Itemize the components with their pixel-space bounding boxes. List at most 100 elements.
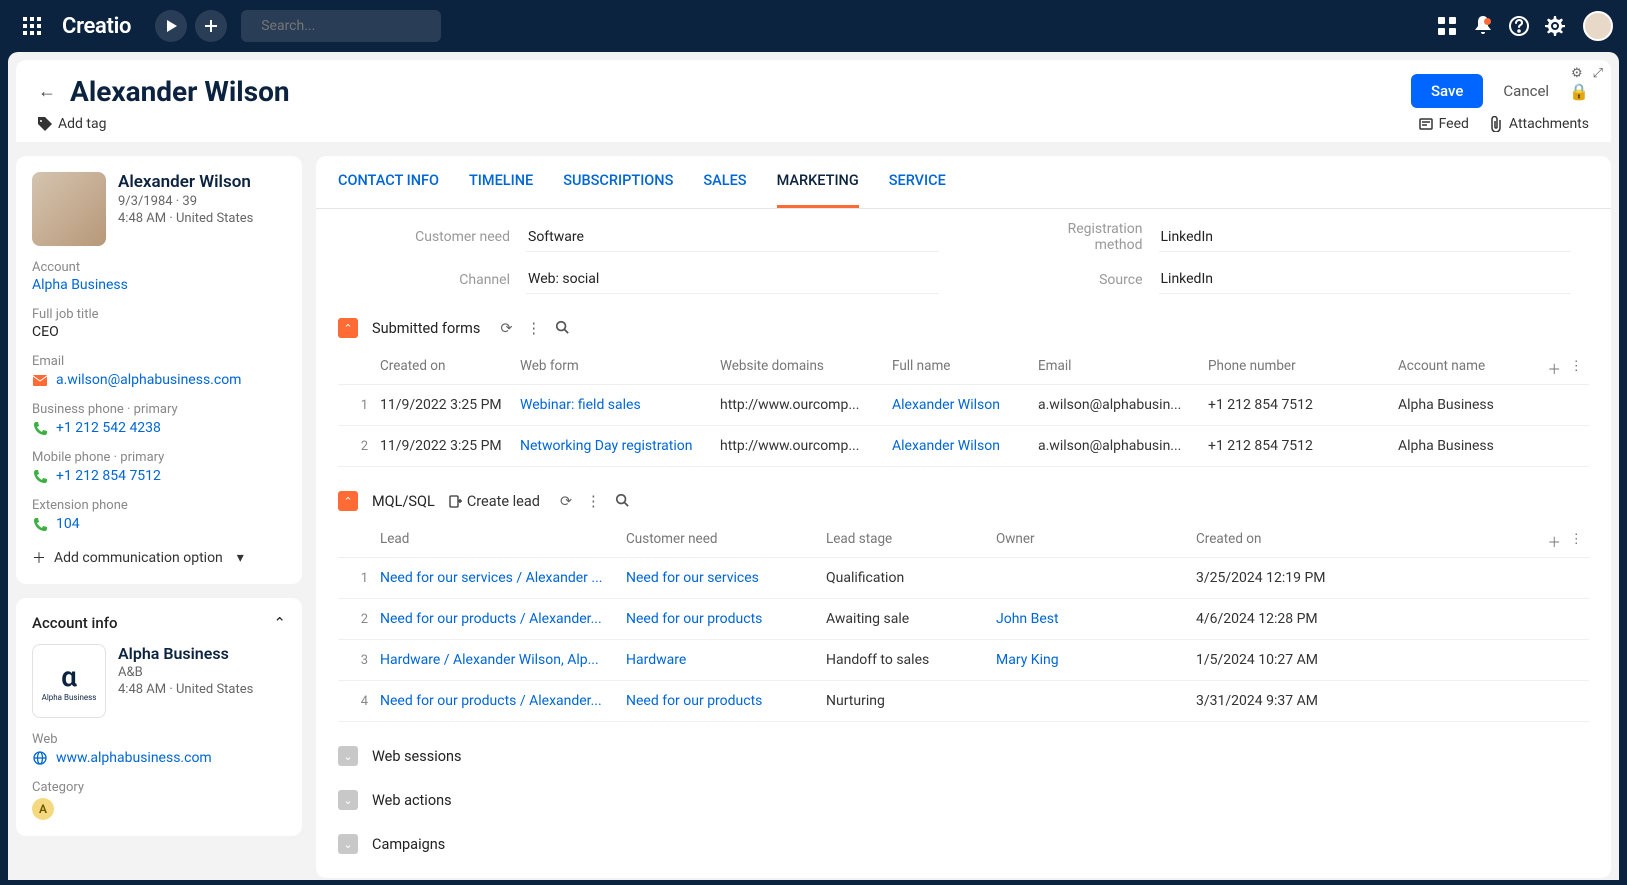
mob-phone-link[interactable]: +1 212 854 7512	[56, 468, 161, 484]
add-column-icon[interactable]: ＋	[1548, 531, 1562, 551]
webform-link[interactable]: Networking Day registration	[520, 438, 720, 454]
marketplace-icon[interactable]	[1429, 8, 1465, 44]
web-link[interactable]: www.alphabusiness.com	[56, 750, 212, 766]
lead-link[interactable]: Hardware / Alexander Wilson, Alp...	[380, 652, 626, 668]
reg-method-label: Registration method	[1019, 221, 1159, 253]
col-fullname[interactable]: Full name	[892, 358, 1038, 374]
col-email[interactable]: Email	[1038, 358, 1208, 374]
customer-need-value[interactable]: Software	[526, 223, 939, 252]
email-link[interactable]: a.wilson@alphabusiness.com	[56, 372, 241, 388]
apps-icon[interactable]	[14, 8, 50, 44]
column-menu-icon[interactable]: ⋮	[1570, 531, 1584, 547]
collapse-icon[interactable]: ⌃	[273, 614, 286, 632]
need-link[interactable]: Need for our products	[626, 693, 826, 709]
attachments-link[interactable]: Attachments	[1489, 116, 1589, 132]
tab-sales[interactable]: SALES	[703, 156, 746, 208]
column-menu-icon[interactable]: ⋮	[1570, 358, 1584, 374]
add-column-icon[interactable]: ＋	[1548, 358, 1562, 378]
section-title: Web actions	[372, 792, 452, 809]
need-link[interactable]: Need for our services	[626, 570, 826, 586]
global-search[interactable]	[241, 10, 441, 42]
help-icon[interactable]	[1501, 8, 1537, 44]
add-button[interactable]	[195, 10, 227, 42]
lead-link[interactable]: Need for our products / Alexander...	[380, 693, 626, 709]
tab-timeline[interactable]: TIMELINE	[469, 156, 533, 208]
cancel-button[interactable]: Cancel	[1497, 74, 1555, 108]
owner-link[interactable]: John Best	[996, 611, 1196, 627]
settings-icon[interactable]	[1537, 8, 1573, 44]
ext-link[interactable]: 104	[56, 516, 80, 532]
search-icon[interactable]	[615, 493, 629, 510]
col-lead[interactable]: Lead	[380, 531, 626, 547]
table-row[interactable]: 2 Need for our products / Alexander... N…	[338, 599, 1589, 640]
add-tag-button[interactable]: Add tag	[38, 116, 106, 132]
source-value[interactable]: LinkedIn	[1159, 265, 1572, 294]
section-title: Web sessions	[372, 748, 462, 765]
table-row[interactable]: 2 11/9/2022 3:25 PM Networking Day regis…	[338, 426, 1589, 467]
table-row[interactable]: 3 Hardware / Alexander Wilson, Alp... Ha…	[338, 640, 1589, 681]
col-created[interactable]: Created on	[1196, 531, 1396, 547]
account-link[interactable]: Alpha Business	[32, 277, 286, 293]
expand-icon[interactable]: ⤢	[1593, 66, 1603, 81]
col-need[interactable]: Customer need	[626, 531, 826, 547]
notifications-icon[interactable]	[1465, 8, 1501, 44]
add-communication-button[interactable]: ＋ Add communication option ▾	[32, 548, 286, 568]
search-input[interactable]	[261, 18, 439, 34]
table-row[interactable]: 1 11/9/2022 3:25 PM Webinar: field sales…	[338, 385, 1589, 426]
fullname-link[interactable]: Alexander Wilson	[892, 438, 1038, 454]
account-time-loc: 4:48 AM · United States	[118, 682, 253, 697]
search-icon[interactable]	[555, 320, 569, 337]
refresh-icon[interactable]: ⟳	[500, 320, 512, 337]
email-label: Email	[32, 354, 286, 369]
collapse-leads-button[interactable]: ⌃	[338, 491, 358, 511]
col-account[interactable]: Account name	[1398, 358, 1548, 374]
channel-value[interactable]: Web: social	[526, 265, 939, 294]
tab-marketing[interactable]: MARKETING	[777, 156, 859, 208]
page-settings-icon[interactable]: ⚙	[1571, 66, 1583, 81]
play-button[interactable]	[155, 10, 187, 42]
globe-icon	[32, 751, 48, 765]
need-link[interactable]: Need for our products	[626, 611, 826, 627]
lock-icon[interactable]: 🔒	[1569, 82, 1589, 101]
forms-title: Submitted forms	[372, 320, 480, 337]
refresh-icon[interactable]: ⟳	[560, 493, 572, 510]
biz-phone-link[interactable]: +1 212 542 4238	[56, 420, 161, 436]
col-owner[interactable]: Owner	[996, 531, 1196, 547]
fullname-link[interactable]: Alexander Wilson	[892, 397, 1038, 413]
feed-link[interactable]: Feed	[1419, 116, 1469, 132]
plus-icon: ＋	[32, 548, 46, 568]
back-button[interactable]: ←	[38, 81, 56, 102]
leads-title: MQL/SQL	[372, 493, 435, 510]
expand-section-button[interactable]: ⌄	[338, 746, 358, 766]
create-lead-button[interactable]: Create lead	[449, 493, 540, 510]
user-avatar[interactable]	[1583, 11, 1613, 41]
category-label: Category	[32, 780, 286, 795]
lead-link[interactable]: Need for our products / Alexander...	[380, 611, 626, 627]
col-stage[interactable]: Lead stage	[826, 531, 996, 547]
reg-method-value[interactable]: LinkedIn	[1159, 223, 1572, 252]
create-lead-icon	[449, 495, 462, 508]
col-created[interactable]: Created on	[380, 358, 520, 374]
owner-link[interactable]: Mary King	[996, 652, 1196, 668]
col-phone[interactable]: Phone number	[1208, 358, 1398, 374]
tab-subscriptions[interactable]: SUBSCRIPTIONS	[563, 156, 673, 208]
channel-label: Channel	[386, 272, 526, 288]
table-row[interactable]: 4 Need for our products / Alexander... N…	[338, 681, 1589, 722]
tab-contact-info[interactable]: CONTACT INFO	[338, 156, 439, 208]
expand-section-button[interactable]: ⌄	[338, 834, 358, 854]
account-name[interactable]: Alpha Business	[118, 644, 253, 663]
contact-avatar[interactable]	[32, 172, 106, 246]
more-icon[interactable]: ⋮	[527, 320, 542, 337]
need-link[interactable]: Hardware	[626, 652, 826, 668]
expand-section-button[interactable]: ⌄	[338, 790, 358, 810]
save-button[interactable]: Save	[1411, 74, 1483, 108]
more-icon[interactable]: ⋮	[586, 493, 601, 510]
tab-service[interactable]: SERVICE	[889, 156, 946, 208]
table-row[interactable]: 1 Need for our services / Alexander ... …	[338, 558, 1589, 599]
col-domain[interactable]: Website domains	[720, 358, 892, 374]
lead-link[interactable]: Need for our services / Alexander ...	[380, 570, 626, 586]
collapse-forms-button[interactable]: ⌃	[338, 318, 358, 338]
col-webform[interactable]: Web form	[520, 358, 720, 374]
account-logo[interactable]: α Alpha Business	[32, 644, 106, 718]
webform-link[interactable]: Webinar: field sales	[520, 397, 720, 413]
